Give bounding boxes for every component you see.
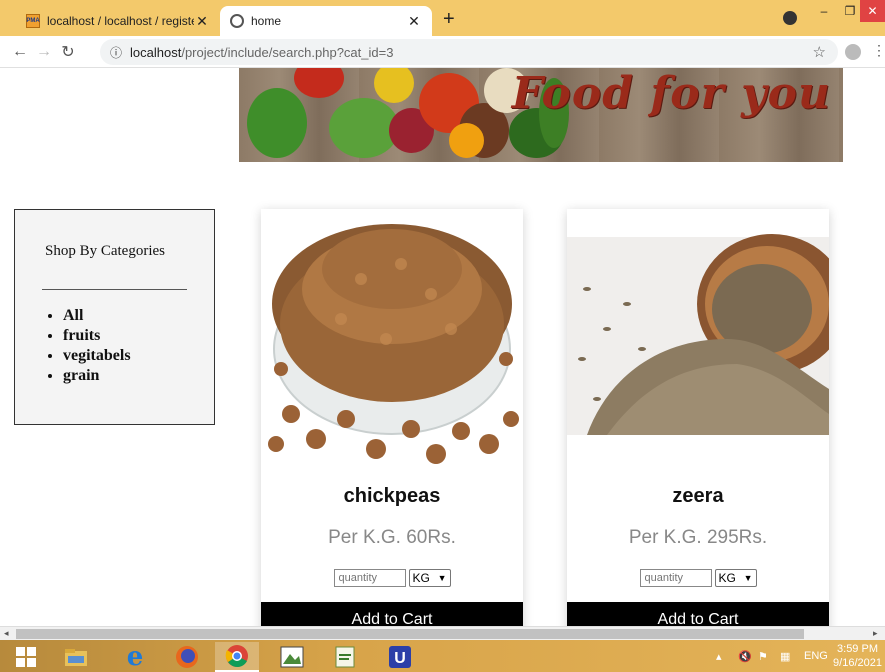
category-link-grain[interactable]: grain	[63, 366, 131, 386]
file-explorer-icon[interactable]	[54, 642, 98, 672]
unit-value: KG	[412, 571, 430, 585]
maximize-button[interactable]: ❐	[838, 0, 862, 22]
close-window-button[interactable]: ✕	[860, 0, 885, 22]
tray-chevron-icon[interactable]: ▴	[716, 640, 722, 672]
url-host: localhost	[130, 44, 182, 60]
unit-value: KG	[718, 571, 736, 585]
product-image-chickpeas	[261, 209, 523, 471]
back-arrow-icon[interactable]: ←	[8, 43, 32, 61]
globe-icon	[230, 14, 244, 28]
new-tab-button[interactable]: +	[443, 8, 455, 31]
bookmark-star-icon[interactable]: ☆	[813, 43, 826, 61]
product-card: zeera Per K.G. 295Rs. KG ▼ Add to Cart	[567, 209, 829, 626]
reload-icon[interactable]: ↻	[56, 42, 80, 62]
phpmyadmin-icon: PMA	[26, 14, 40, 28]
browser-toolbar: ← → ↻ ⓘ localhost/project/include/search…	[0, 36, 885, 68]
windows-taskbar: e U ▴ 🔇 ⚑ ▦ ENG 3:59 PM 9/16/2021	[0, 640, 885, 672]
chickpeas-bowl-image	[261, 209, 523, 471]
scroll-left-icon[interactable]: ◂	[4, 628, 9, 639]
product-name: zeera	[672, 485, 724, 507]
category-link-vegitabels[interactable]: vegitabels	[63, 346, 131, 366]
product-price: Per K.G. 60Rs.	[328, 527, 456, 548]
account-icon[interactable]	[845, 44, 861, 60]
quantity-form: KG ▼	[567, 569, 829, 587]
url-path: /project/include/search.php?cat_id=3	[181, 44, 394, 60]
category-link-all[interactable]: All	[63, 306, 131, 326]
page-viewport: Food for you Shop By Categories All frui…	[0, 68, 885, 626]
notepad-plus-icon[interactable]	[323, 642, 367, 672]
info-icon[interactable]: ⓘ	[110, 44, 122, 61]
category-sidebar: Shop By Categories All fruits vegitabels…	[14, 209, 215, 425]
menu-kebab-icon[interactable]: ⋮	[872, 42, 885, 59]
network-icon[interactable]: ▦	[780, 640, 790, 672]
profile-badge-icon[interactable]	[783, 11, 797, 25]
clock-date: 9/16/2021	[833, 657, 882, 669]
clock-time: 3:59 PM	[837, 643, 878, 655]
chrome-icon[interactable]	[215, 642, 259, 672]
tab-phpmyadmin[interactable]: PMA localhost / localhost / register / s…	[16, 6, 220, 36]
volume-muted-icon[interactable]: 🔇	[738, 640, 752, 672]
quantity-form: KG ▼	[261, 569, 523, 587]
quantity-input[interactable]	[639, 569, 712, 587]
chevron-down-icon: ▼	[743, 573, 753, 583]
forward-arrow-icon[interactable]: →	[32, 43, 56, 61]
banner-title: Food for you	[511, 68, 831, 119]
minimize-button[interactable]: –	[812, 0, 836, 22]
flag-icon[interactable]: ⚑	[758, 640, 768, 672]
app-u-icon[interactable]: U	[378, 642, 422, 672]
unit-select[interactable]: KG ▼	[714, 569, 757, 587]
horizontal-scrollbar[interactable]: ◂ ▸	[0, 626, 885, 640]
tab-title: home	[251, 14, 282, 28]
product-name: chickpeas	[343, 485, 441, 507]
unit-select[interactable]: KG ▼	[408, 569, 451, 587]
add-to-cart-button[interactable]: Add to Cart	[567, 602, 829, 626]
scroll-right-icon[interactable]: ▸	[873, 628, 878, 639]
sidebar-heading: Shop By Categories	[45, 243, 165, 259]
tab-home[interactable]: home ✕	[220, 6, 432, 36]
close-tab-icon[interactable]: ✕	[194, 13, 210, 30]
product-card: chickpeas Per K.G. 60Rs. KG ▼ Add to Car…	[261, 209, 523, 626]
system-clock[interactable]: 3:59 PM 9/16/2021	[830, 642, 885, 670]
product-image-zeera	[567, 209, 829, 471]
divider	[42, 289, 187, 290]
chevron-down-icon: ▼	[437, 573, 447, 583]
internet-explorer-icon[interactable]: e	[113, 642, 157, 672]
quantity-input[interactable]	[333, 569, 406, 587]
svg-text:U: U	[394, 650, 406, 667]
image-app-icon[interactable]	[270, 642, 314, 672]
address-bar[interactable]: ⓘ localhost/project/include/search.php?c…	[100, 39, 838, 65]
category-link-fruits[interactable]: fruits	[63, 326, 131, 346]
language-indicator[interactable]: ENG	[804, 640, 828, 672]
tab-bar: PMA localhost / localhost / register / s…	[0, 0, 885, 36]
start-windows-icon[interactable]	[4, 642, 48, 672]
scrollbar-thumb[interactable]	[16, 629, 804, 639]
add-to-cart-button[interactable]: Add to Cart	[261, 602, 523, 626]
zeera-bowl-image	[567, 209, 829, 471]
product-price: Per K.G. 295Rs.	[628, 527, 768, 548]
banner-image: Food for you	[239, 68, 843, 162]
tab-title: localhost / localhost / register / s	[47, 14, 194, 28]
category-list: All fruits vegitabels grain	[63, 306, 131, 386]
firefox-icon[interactable]	[165, 642, 209, 672]
close-tab-icon[interactable]: ✕	[406, 13, 422, 30]
